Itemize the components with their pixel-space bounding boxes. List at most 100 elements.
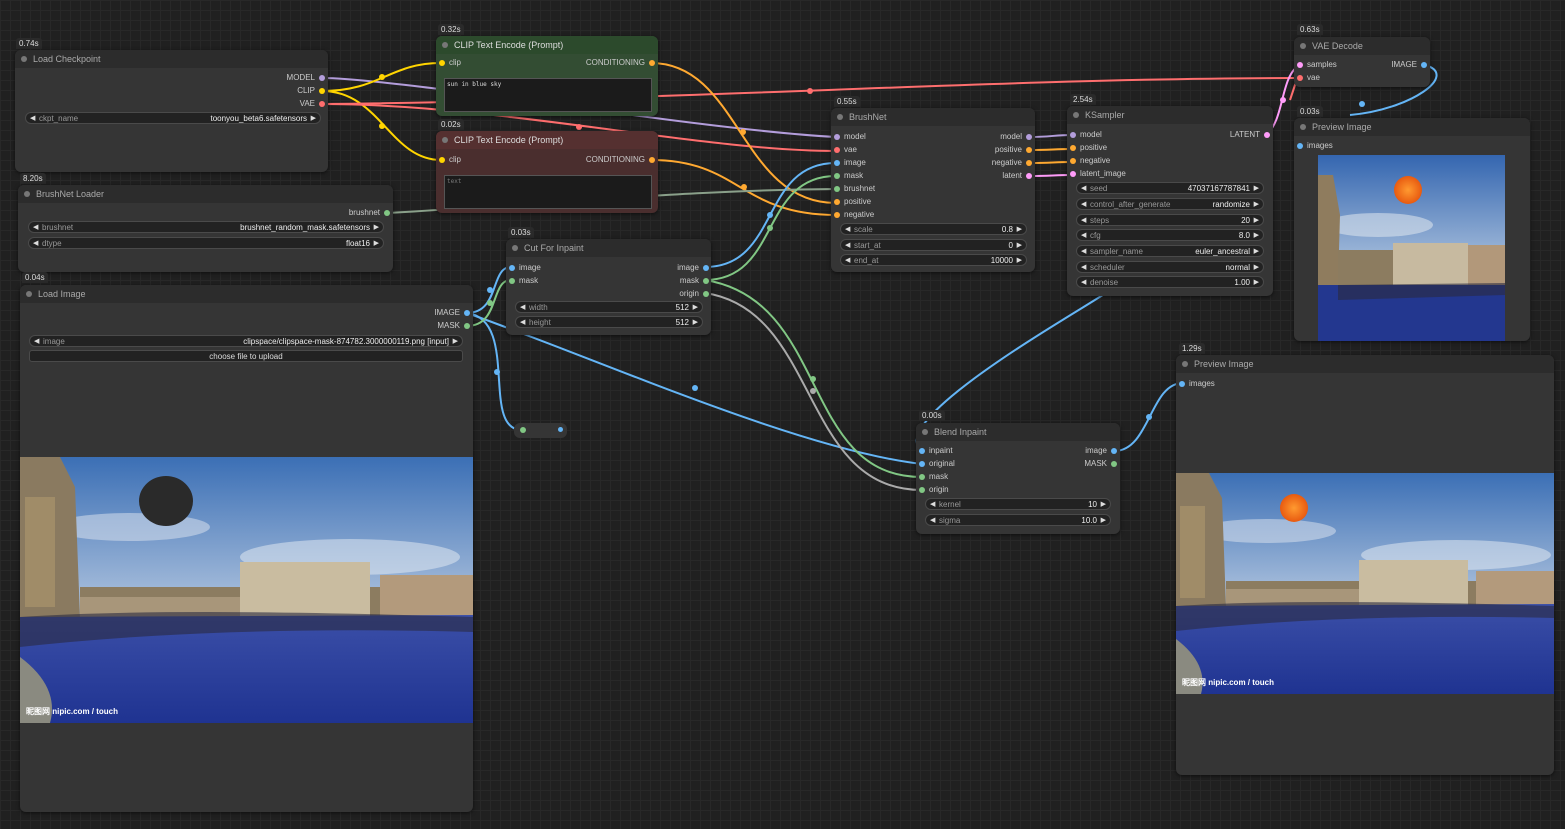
scheduler-combo[interactable]: ◀ scheduler normal ▶: [1076, 261, 1264, 273]
collapse-dot-icon[interactable]: [512, 245, 518, 251]
input-image[interactable]: image: [509, 263, 541, 273]
node-title[interactable]: Blend Inpaint: [916, 423, 1120, 441]
reroute-node[interactable]: [514, 423, 567, 438]
collapse-dot-icon[interactable]: [442, 137, 448, 143]
output-latent[interactable]: latent: [1002, 171, 1032, 181]
node-preview-image-1[interactable]: Preview Image images: [1294, 118, 1530, 341]
end-at-number[interactable]: ◀ end_at 10000 ▶: [840, 254, 1027, 266]
input-negative[interactable]: negative: [1070, 156, 1110, 166]
prompt-textarea[interactable]: text: [444, 175, 652, 209]
upload-button[interactable]: choose file to upload: [29, 350, 463, 362]
node-ksampler[interactable]: KSampler model positive negative latent_…: [1067, 106, 1273, 296]
node-blend-inpaint[interactable]: Blend Inpaint inpaint original mask orig…: [916, 423, 1120, 534]
node-title[interactable]: CLIP Text Encode (Prompt): [436, 36, 658, 54]
output-latent[interactable]: LATENT: [1230, 130, 1270, 140]
output-image[interactable]: image: [677, 263, 709, 273]
input-images[interactable]: images: [1297, 141, 1333, 151]
input-brushnet[interactable]: brushnet: [834, 184, 875, 194]
node-vae-decode[interactable]: VAE Decode samples vae IMAGE: [1294, 37, 1430, 87]
node-preview-image-2[interactable]: Preview Image images 昵图网 nipic.com / tou…: [1176, 355, 1554, 775]
prompt-textarea[interactable]: sun in blue sky: [444, 78, 652, 112]
input-inpaint[interactable]: inpaint: [919, 446, 953, 456]
node-title[interactable]: Preview Image: [1176, 355, 1554, 373]
node-clip-text-encode-negative[interactable]: CLIP Text Encode (Prompt) clip CONDITION…: [436, 131, 658, 213]
node-title[interactable]: CLIP Text Encode (Prompt): [436, 131, 658, 149]
collapse-dot-icon[interactable]: [1300, 124, 1306, 130]
node-title[interactable]: Cut For Inpaint: [506, 239, 711, 257]
input-vae[interactable]: vae: [834, 145, 857, 155]
kernel-number[interactable]: ◀ kernel 10 ▶: [925, 498, 1111, 510]
collapse-dot-icon[interactable]: [837, 114, 843, 120]
dtype-combo[interactable]: ◀ dtype float16 ▶: [28, 237, 384, 249]
input-vae[interactable]: vae: [1297, 73, 1320, 83]
output-positive[interactable]: positive: [995, 145, 1032, 155]
preview-output-image[interactable]: 昵图网 nipic.com / touch: [1176, 473, 1554, 694]
node-cut-for-inpaint[interactable]: Cut For Inpaint image mask image mask or…: [506, 239, 711, 335]
input-model[interactable]: model: [1070, 130, 1102, 140]
input-latent-image[interactable]: latent_image: [1070, 169, 1126, 179]
output-mask[interactable]: MASK: [1084, 459, 1117, 469]
reroute-input[interactable]: [520, 427, 526, 433]
sigma-number[interactable]: ◀ sigma 10.0 ▶: [925, 514, 1111, 526]
output-model[interactable]: model: [1000, 132, 1032, 142]
output-image[interactable]: image: [1085, 446, 1117, 456]
brushnet-combo[interactable]: ◀ brushnet brushnet_random_mask.safetensor…: [28, 221, 384, 233]
output-negative[interactable]: negative: [992, 158, 1032, 168]
output-vae[interactable]: VAE: [300, 99, 325, 109]
node-load-image[interactable]: Load Image IMAGE MASK ◀ image clipspace/cl…: [20, 285, 473, 812]
output-image[interactable]: IMAGE: [1391, 60, 1427, 70]
output-origin[interactable]: origin: [679, 289, 709, 299]
output-conditioning[interactable]: CONDITIONING: [586, 58, 655, 68]
input-model[interactable]: model: [834, 132, 866, 142]
denoise-number[interactable]: ◀ denoise 1.00 ▶: [1076, 276, 1264, 288]
width-number[interactable]: ◀ width 512 ▶: [515, 301, 703, 313]
sampler-name-combo[interactable]: ◀ sampler_name euler_ancestral ▶: [1076, 245, 1264, 257]
collapse-dot-icon[interactable]: [1073, 112, 1079, 118]
steps-number[interactable]: ◀ steps 20 ▶: [1076, 214, 1264, 226]
input-original[interactable]: original: [919, 459, 955, 469]
preview-output-image[interactable]: [1318, 155, 1505, 341]
collapse-dot-icon[interactable]: [1300, 43, 1306, 49]
seed-number[interactable]: ◀ seed 47037167787841 ▶: [1076, 182, 1264, 194]
input-samples[interactable]: samples: [1297, 60, 1337, 70]
image-combo[interactable]: ◀ image clipspace/clipspace-mask-874782.30…: [29, 335, 463, 347]
input-negative[interactable]: negative: [834, 210, 874, 220]
collapse-dot-icon[interactable]: [24, 191, 30, 197]
input-origin[interactable]: origin: [919, 485, 949, 495]
start-at-number[interactable]: ◀ start_at 0 ▶: [840, 239, 1027, 251]
height-number[interactable]: ◀ height 512 ▶: [515, 316, 703, 328]
input-mask[interactable]: mask: [919, 472, 948, 482]
ckpt-name-combo[interactable]: ◀ ckpt_name toonyou_beta6.safetensors ▶: [25, 112, 321, 124]
collapse-dot-icon[interactable]: [922, 429, 928, 435]
input-clip[interactable]: clip: [439, 155, 461, 165]
input-clip[interactable]: clip: [439, 58, 461, 68]
node-title[interactable]: Load Checkpoint: [15, 50, 328, 68]
node-title[interactable]: BrushNet: [831, 108, 1035, 126]
node-title[interactable]: BrushNet Loader: [18, 185, 393, 203]
input-mask[interactable]: mask: [834, 171, 863, 181]
input-image[interactable]: image: [834, 158, 866, 168]
input-positive[interactable]: positive: [834, 197, 871, 207]
node-brushnet-loader[interactable]: BrushNet Loader brushnet ◀ brushnet brushn…: [18, 185, 393, 272]
control-after-generate-combo[interactable]: ◀ control_after_generate randomize ▶: [1076, 198, 1264, 210]
output-image[interactable]: IMAGE: [434, 308, 470, 318]
node-title[interactable]: Load Image: [20, 285, 473, 303]
collapse-dot-icon[interactable]: [26, 291, 32, 297]
input-images[interactable]: images: [1179, 379, 1215, 389]
collapse-dot-icon[interactable]: [21, 56, 27, 62]
output-conditioning[interactable]: CONDITIONING: [586, 155, 655, 165]
collapse-dot-icon[interactable]: [442, 42, 448, 48]
cfg-number[interactable]: ◀ cfg 8.0 ▶: [1076, 229, 1264, 241]
scale-number[interactable]: ◀ scale 0.8 ▶: [840, 223, 1027, 235]
node-load-checkpoint[interactable]: Load Checkpoint MODEL CLIP VAE ◀ ckpt_nam…: [15, 50, 328, 172]
node-title[interactable]: VAE Decode: [1294, 37, 1430, 55]
node-brushnet[interactable]: BrushNet model vae image mask brushnet p…: [831, 108, 1035, 272]
reroute-output[interactable]: [558, 427, 563, 432]
input-mask[interactable]: mask: [509, 276, 538, 286]
output-mask[interactable]: MASK: [437, 321, 470, 331]
node-title[interactable]: KSampler: [1067, 106, 1273, 124]
output-clip[interactable]: CLIP: [297, 86, 325, 96]
input-positive[interactable]: positive: [1070, 143, 1107, 153]
node-clip-text-encode-positive[interactable]: CLIP Text Encode (Prompt) clip CONDITION…: [436, 36, 658, 116]
output-brushnet[interactable]: brushnet: [349, 208, 390, 218]
